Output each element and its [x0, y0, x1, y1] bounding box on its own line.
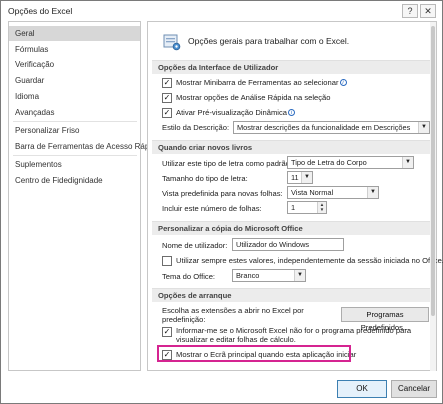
- quick-analysis-checkbox[interactable]: ✓: [162, 93, 172, 103]
- title-bar: Opções do Excel ? ✕: [1, 1, 442, 21]
- spinner-buttons[interactable]: ▲ ▼: [317, 202, 326, 213]
- chevron-down-icon: ▼: [367, 187, 378, 198]
- sidebar-item-barra-acesso-rapido[interactable]: Barra de Ferramentas de Acesso Rápido: [9, 139, 160, 154]
- username-input[interactable]: Utilizador do Windows: [232, 238, 344, 251]
- quick-analysis-label: Mostrar opções de Análise Rápida na sele…: [176, 93, 331, 102]
- dialog-title: Opções do Excel: [8, 6, 73, 16]
- scrollbar-thumb[interactable]: [431, 26, 435, 316]
- sheet-count-value: 1: [291, 203, 296, 212]
- font-size-label: Tamanho do tipo de letra:: [162, 174, 248, 183]
- options-sidebar: Geral Fórmulas Verificação Guardar Idiom…: [8, 21, 160, 371]
- sidebar-divider: [13, 155, 137, 156]
- default-view-label: Vista predefinida para novas folhas:: [162, 189, 283, 198]
- default-font-dropdown[interactable]: Tipo de Letra do Corpo ▼: [287, 156, 414, 169]
- default-view-value: Vista Normal: [291, 188, 334, 197]
- sidebar-item-suplementos[interactable]: Suplementos: [9, 157, 140, 172]
- settings-icon: [163, 34, 181, 51]
- info-icon[interactable]: i: [339, 79, 347, 86]
- font-size-value: 11: [291, 173, 299, 182]
- section-header-personalize: Personalizar a cópia do Microsoft Office: [152, 221, 433, 235]
- extensions-label-line2: predefinição:: [162, 315, 206, 324]
- sidebar-item-geral[interactable]: Geral: [9, 26, 140, 41]
- info-icon[interactable]: i: [288, 109, 295, 116]
- sidebar-item-avancadas[interactable]: Avançadas: [9, 105, 140, 120]
- chevron-down-icon: ▼: [294, 270, 305, 281]
- inform-default-program-label-line2: visualizar e editar folhas de cálculo.: [176, 335, 296, 344]
- help-button[interactable]: ?: [402, 4, 418, 18]
- vertical-scrollbar[interactable]: [430, 22, 436, 371]
- section-header-startup: Opções de arranque: [152, 288, 433, 302]
- sidebar-item-verificacao[interactable]: Verificação: [9, 57, 140, 72]
- live-preview-checkbox[interactable]: ✓: [162, 108, 172, 118]
- username-label: Nome de utilizador:: [162, 241, 228, 250]
- sidebar-item-guardar[interactable]: Guardar: [9, 73, 140, 88]
- section-header-ui-options: Opções da Interface de Utilizador: [152, 60, 433, 74]
- mini-toolbar-label: Mostrar Minibarra de Ferramentas ao sele…: [176, 78, 347, 88]
- sidebar-item-personalizar-friso[interactable]: Personalizar Friso: [9, 123, 140, 138]
- start-screen-highlight: [157, 345, 351, 362]
- default-view-dropdown[interactable]: Vista Normal ▼: [287, 186, 379, 199]
- sidebar-item-formulas[interactable]: Fórmulas: [9, 42, 140, 57]
- always-use-values-checkbox[interactable]: [162, 256, 172, 266]
- ok-button[interactable]: OK: [337, 380, 387, 398]
- section-header-new-workbooks: Quando criar novos livros: [152, 140, 433, 154]
- live-preview-label: Ativar Pré-visualização Dinâmica i: [176, 108, 295, 118]
- default-font-value: Tipo de Letra do Corpo: [291, 158, 367, 167]
- always-use-values-label: Utilizar sempre estes valores, independe…: [176, 256, 443, 265]
- sidebar-item-centro-fidedignidade[interactable]: Centro de Fidedignidade: [9, 173, 140, 188]
- default-programs-button[interactable]: Programas Predefinidos...: [341, 307, 429, 332]
- chevron-down-icon: ▼: [418, 122, 429, 133]
- office-theme-dropdown[interactable]: Branco ▼: [232, 269, 306, 282]
- excel-options-dialog: Opções do Excel ? ✕ Geral Fórmulas Verif…: [0, 0, 443, 404]
- general-options-panel: Opções gerais para trabalhar com o Excel…: [147, 21, 443, 371]
- sidebar-divider: [13, 121, 137, 122]
- screentip-style-value: Mostrar descrições da funcionalidade em …: [237, 123, 411, 132]
- mini-toolbar-checkbox[interactable]: ✓: [162, 78, 172, 88]
- default-font-label: Utilizar este tipo de letra como padrão:: [162, 159, 293, 168]
- chevron-down-icon: ▼: [301, 172, 312, 183]
- chevron-down-icon: ▼: [402, 157, 413, 168]
- inform-default-program-checkbox[interactable]: ✓: [162, 327, 172, 337]
- arrow-down-icon[interactable]: ▼: [318, 207, 326, 212]
- office-theme-label: Tema do Office:: [162, 272, 216, 281]
- font-size-dropdown[interactable]: 11 ▼: [287, 171, 313, 184]
- sidebar-item-idioma[interactable]: Idioma: [9, 89, 140, 104]
- cancel-button[interactable]: Cancelar: [391, 380, 437, 398]
- screentip-style-label: Estilo da Descrição:: [162, 123, 230, 132]
- sheet-count-spinner[interactable]: 1 ▲ ▼: [287, 201, 327, 214]
- sheet-count-label: Incluir este número de folhas:: [162, 204, 262, 213]
- screentip-style-dropdown[interactable]: Mostrar descrições da funcionalidade em …: [233, 121, 430, 134]
- intro-text: Opções gerais para trabalhar com o Excel…: [188, 36, 350, 46]
- close-button[interactable]: ✕: [420, 4, 436, 18]
- office-theme-value: Branco: [236, 271, 260, 280]
